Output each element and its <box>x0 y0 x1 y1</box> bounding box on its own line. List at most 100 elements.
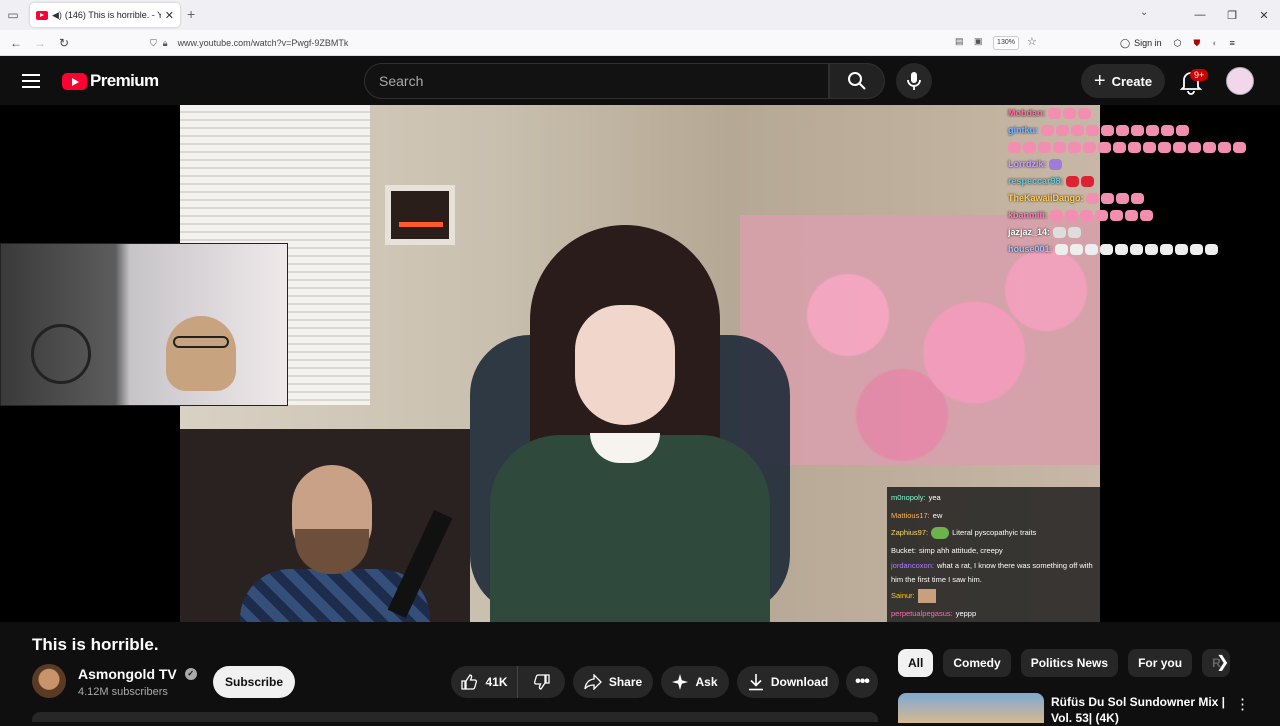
menu-icon[interactable]: ≡ <box>1230 38 1235 48</box>
verified-check-icon: ✓ <box>184 668 197 680</box>
chip-comedy[interactable]: Comedy <box>943 649 1011 677</box>
account-icon[interactable]: ◯ <box>1120 38 1130 49</box>
create-label: Create <box>1111 73 1153 89</box>
hamburger-menu-icon[interactable] <box>22 74 40 92</box>
video-player[interactable]: Mobdan: gintku: Lorrdzik: respeccar98: T… <box>0 105 1280 622</box>
fireplace <box>385 185 455 245</box>
description-box[interactable] <box>32 712 878 722</box>
download-icon <box>748 674 763 691</box>
download-label: Download <box>770 675 829 689</box>
window-controls: — ❐ ✕ <box>1184 0 1280 30</box>
zoom-level[interactable]: 130% <box>993 36 1019 50</box>
restore-icon[interactable]: ❐ <box>1216 9 1248 22</box>
microphone-icon <box>907 72 921 90</box>
search-input[interactable]: Search <box>364 63 829 99</box>
shield-icon[interactable]: ⛉ <box>150 38 157 49</box>
chevron-down-icon[interactable]: ⌄ <box>1140 7 1148 18</box>
like-button[interactable]: 41K <box>451 666 518 698</box>
chip-politics-news[interactable]: Politics News <box>1020 649 1119 677</box>
channel-avatar[interactable] <box>32 664 66 698</box>
browser-toolbar-right: ◯ Sign in ⬡ ⛊ ◐ ≡ <box>1120 30 1247 56</box>
extension-icon[interactable]: ◐ <box>1212 38 1217 48</box>
chat-line: house001: <box>1008 241 1280 258</box>
download-button[interactable]: Download <box>737 666 839 698</box>
channel-name[interactable]: Asmongold TV ✓ <box>78 666 197 682</box>
chip-for-you[interactable]: For you <box>1128 649 1193 677</box>
youtube-premium-logo[interactable]: Premium <box>62 71 159 91</box>
chevron-right-icon[interactable]: ❯ <box>1216 652 1229 672</box>
pip-icon[interactable]: ▣ <box>974 36 983 47</box>
sign-in-button[interactable]: Sign in <box>1134 38 1162 48</box>
ask-label: Ask <box>695 675 718 689</box>
plus-icon: + <box>1093 69 1106 92</box>
dislike-button[interactable] <box>518 666 565 698</box>
chat-line: gintku: <box>1008 122 1280 139</box>
chat-row: jordancoxon: what a rat, I know there was… <box>891 561 1093 584</box>
fan <box>31 324 91 384</box>
share-label: Share <box>608 675 643 689</box>
like-count: 41K <box>485 675 508 689</box>
channel-name-text: Asmongold TV <box>78 666 177 682</box>
sparkle-icon <box>672 674 689 690</box>
search-icon <box>848 72 866 90</box>
recommendation-chips: All Comedy Politics News For you R <box>898 649 1240 677</box>
close-window-icon[interactable]: ✕ <box>1248 9 1280 22</box>
recommendation-title[interactable]: Rüfüs Du Sol Sundowner Mix | Vol. 53| (4… <box>1051 694 1226 726</box>
browser-nav-bar: ← → ↻ ⛉ 🔒︎ www.youtube.com/watch?v=Pwgf-… <box>0 30 1280 56</box>
chat-line: jazjaz_14: <box>1008 224 1280 241</box>
video-title: This is horrible. <box>32 635 159 654</box>
bookmark-star-icon[interactable]: ☆ <box>1027 35 1037 48</box>
stream-chat-overlay-bottom: m0nopoly: yea Mattious17: ew Zaphius97: Lit… <box>887 487 1100 622</box>
address-bar[interactable]: ⛉ 🔒︎ www.youtube.com/watch?v=Pwgf-9ZBMTk… <box>150 33 1045 53</box>
streamer <box>470 225 800 622</box>
chat-row: m0nopoly: yea <box>891 493 941 502</box>
more-actions-button[interactable]: ••• <box>846 666 878 698</box>
extension-shield-icon[interactable]: ⛊ <box>1193 38 1200 49</box>
subscriber-count: 4.12M subscribers <box>78 686 168 698</box>
webcam-person <box>166 316 236 391</box>
thumbs-up-icon <box>461 674 478 690</box>
share-icon <box>584 674 602 690</box>
chat-line: TheKawaiiDango: <box>1008 190 1280 207</box>
tab-overview-icon[interactable]: ▭ <box>0 0 26 30</box>
chat-line: Mobdan: <box>1008 105 1280 122</box>
stream-chat-overlay-top: Mobdan: gintku: Lorrdzik: respeccar98: T… <box>1008 105 1280 258</box>
chat-line: respeccar98: <box>1008 173 1280 190</box>
glasses <box>173 336 229 348</box>
more-horizontal-icon: ••• <box>855 673 870 690</box>
share-button[interactable]: Share <box>573 666 653 698</box>
reload-icon[interactable]: ↻ <box>52 36 76 50</box>
notification-badge: 9+ <box>1190 69 1209 81</box>
subscribe-button[interactable]: Subscribe <box>213 666 295 698</box>
youtube-header: Premium Search + Create 9+ <box>0 57 1280 105</box>
chat-row: Mattious17: ew <box>891 510 943 520</box>
extensions-icon[interactable]: ⬡ <box>1174 38 1182 49</box>
close-tab-icon[interactable]: ✕ <box>165 9 174 22</box>
voice-search-button[interactable] <box>896 63 932 99</box>
chat-row: Bucket: simp ahh attitude, creepy <box>891 545 1003 555</box>
beard <box>295 529 369 574</box>
tab-title: (146) This is horrible. - YouT <box>64 10 161 20</box>
ask-button[interactable]: Ask <box>661 666 729 698</box>
lock-icon: 🔒︎ <box>162 37 168 48</box>
youtube-favicon-icon <box>36 10 48 20</box>
new-tab-icon[interactable]: + <box>187 6 195 22</box>
chat-line: Lorrdzik: <box>1008 156 1280 173</box>
browser-tab-bar: ▭ ◀) (146) This is horrible. - YouT ✕ + … <box>0 0 1280 30</box>
reader-icon[interactable]: ▤ <box>955 36 964 47</box>
forward-icon[interactable]: → <box>28 36 52 50</box>
avatar[interactable] <box>1226 67 1254 95</box>
youtube-play-icon <box>62 72 87 90</box>
sweater <box>490 435 770 622</box>
speaker-icon[interactable]: ◀) <box>52 10 62 21</box>
more-vertical-icon[interactable]: ⋮ <box>1235 695 1250 713</box>
recommendation-thumbnail[interactable] <box>898 693 1044 723</box>
thumbs-down-icon <box>533 674 550 690</box>
chip-all[interactable]: All <box>898 649 934 677</box>
search-button[interactable] <box>829 63 885 99</box>
browser-tab[interactable]: ◀) (146) This is horrible. - YouT ✕ <box>30 3 180 27</box>
minimize-icon[interactable]: — <box>1184 9 1216 21</box>
create-button[interactable]: + Create <box>1081 64 1165 98</box>
webcam-overlay-left <box>0 243 288 406</box>
back-icon[interactable]: ← <box>4 36 28 50</box>
